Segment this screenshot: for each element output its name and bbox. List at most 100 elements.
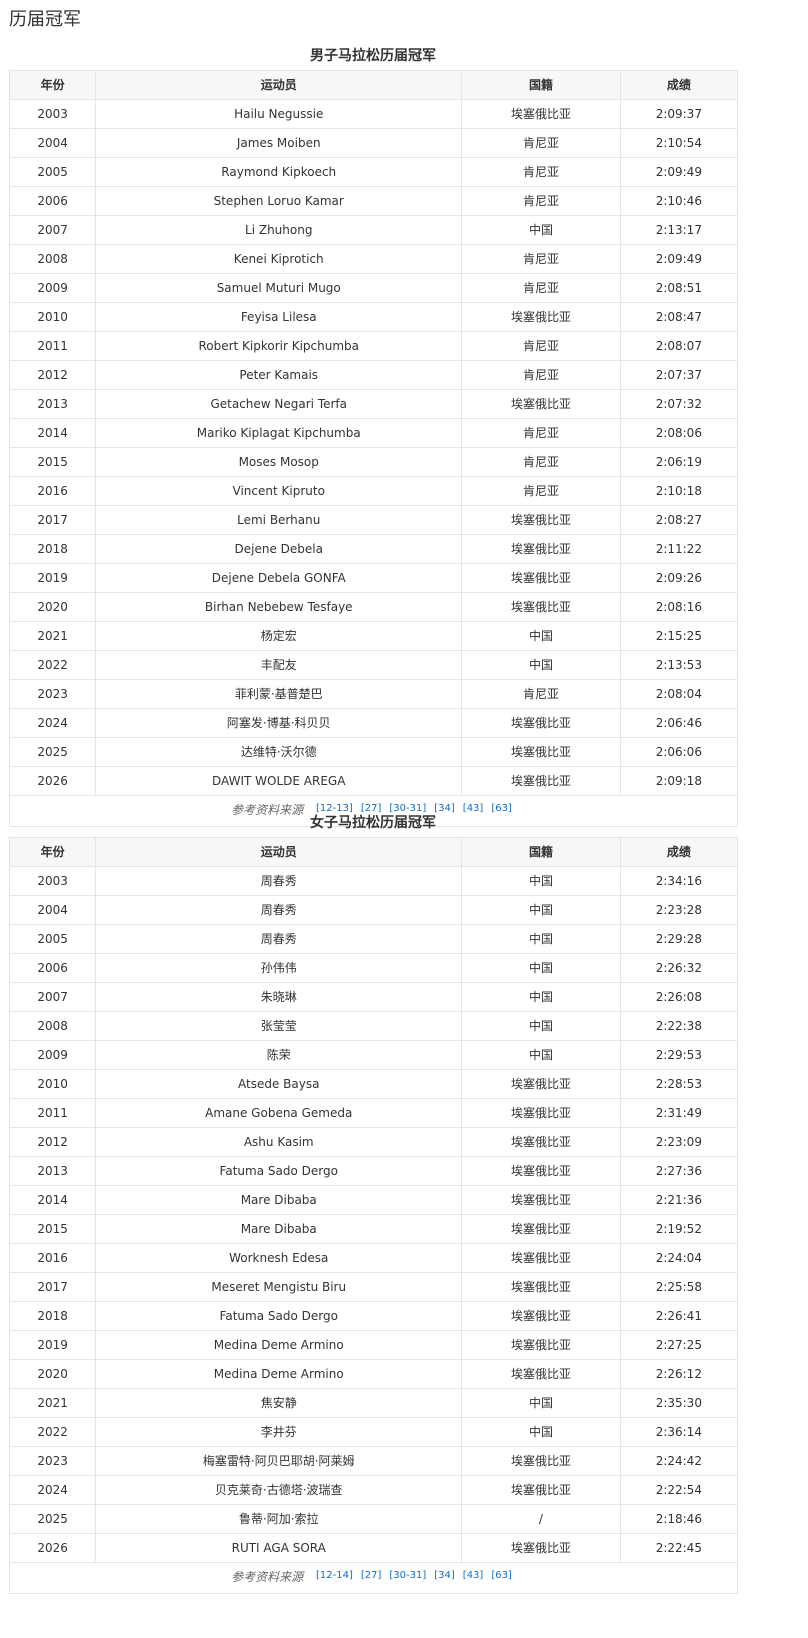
reference-link[interactable]: [27] (361, 1570, 382, 1581)
cell-athlete: Medina Deme Armino (95, 1359, 463, 1389)
cell-athlete: Lemi Berhanu (95, 505, 463, 535)
cell-athlete: Dejene Debela GONFA (95, 563, 463, 593)
cell-athlete: Worknesh Edesa (95, 1243, 463, 1273)
cell-year: 2016 (8, 1243, 97, 1273)
cell-nation: 埃塞俄比亚 (461, 389, 621, 419)
cell-athlete: 陈荣 (95, 1040, 463, 1070)
cell-nation: 埃塞俄比亚 (461, 766, 621, 796)
cell-nation: 埃塞俄比亚 (461, 592, 621, 622)
table-row: 2026 DAWIT WOLDE AREGA 埃塞俄比亚 2:09:18 (8, 766, 739, 796)
cell-nation: 埃塞俄比亚 (461, 1330, 621, 1360)
cell-time: 2:26:08 (619, 982, 739, 1012)
cell-year: 2007 (8, 982, 97, 1012)
table-header-row: 年份 运动员 国籍 成绩 (8, 70, 739, 100)
cell-nation: 肯尼亚 (461, 447, 621, 477)
womens-table-caption: 女子马拉松历届冠军 (310, 815, 436, 831)
reference-link[interactable]: [43] (463, 1570, 484, 1581)
cell-year: 2003 (8, 99, 97, 129)
cell-nation: 埃塞俄比亚 (461, 1301, 621, 1331)
cell-year: 2018 (8, 534, 97, 564)
cell-year: 2013 (8, 1156, 97, 1186)
table-row: 2019 Medina Deme Armino 埃塞俄比亚 2:27:25 (8, 1330, 739, 1360)
cell-year: 2023 (8, 679, 97, 709)
table-row: 2009 Samuel Muturi Mugo 肯尼亚 2:08:51 (8, 273, 739, 303)
cell-year: 2017 (8, 505, 97, 535)
table-row: 2004 周春秀 中国 2:23:28 (8, 895, 739, 925)
cell-time: 2:13:17 (619, 215, 739, 245)
table-row: 2010 Atsede Baysa 埃塞俄比亚 2:28:53 (8, 1069, 739, 1099)
reference-link[interactable]: [12-14] (316, 1570, 353, 1581)
cell-nation: 肯尼亚 (461, 273, 621, 303)
cell-nation: 埃塞俄比亚 (461, 1533, 621, 1563)
cell-year: 2015 (8, 1214, 97, 1244)
cell-year: 2023 (8, 1446, 97, 1476)
cell-time: 2:26:41 (619, 1301, 739, 1331)
cell-athlete: Samuel Muturi Mugo (95, 273, 463, 303)
reference-link[interactable]: [34] (434, 1570, 455, 1581)
table-row: 2018 Dejene Debela 埃塞俄比亚 2:11:22 (8, 534, 739, 564)
cell-athlete: Atsede Baysa (95, 1069, 463, 1099)
cell-nation: 肯尼亚 (461, 331, 621, 361)
cell-nation: 肯尼亚 (461, 360, 621, 390)
cell-time: 2:10:18 (619, 476, 739, 506)
cell-year: 2005 (8, 924, 97, 954)
cell-nation: 中国 (461, 650, 621, 680)
cell-athlete: Peter Kamais (95, 360, 463, 390)
cell-athlete: 周春秀 (95, 866, 463, 896)
cell-time: 2:26:32 (619, 953, 739, 983)
womens-marathon-table-block: 女子马拉松历届冠军 年份 运动员 国籍 成绩 2003 周春秀 中国 2:34:16 2… (8, 809, 739, 1594)
cell-year: 2006 (8, 186, 97, 216)
cell-time: 2:07:37 (619, 360, 739, 390)
cell-nation: 肯尼亚 (461, 186, 621, 216)
cell-nation: 埃塞俄比亚 (461, 505, 621, 535)
womens-marathon-table: 年份 运动员 国籍 成绩 2003 周春秀 中国 2:34:16 2004 周春秀 中国 2:… (8, 837, 739, 1594)
cell-time: 2:35:30 (619, 1388, 739, 1418)
cell-time: 2:09:18 (619, 766, 739, 796)
cell-time: 2:09:49 (619, 244, 739, 274)
table-row: 2021 杨定宏 中国 2:15:25 (8, 621, 739, 651)
cell-time: 2:23:28 (619, 895, 739, 925)
cell-nation: / (461, 1504, 621, 1534)
cell-athlete: Birhan Nebebew Tesfaye (95, 592, 463, 622)
cell-nation: 埃塞俄比亚 (461, 1098, 621, 1128)
header-nation: 国籍 (461, 70, 621, 100)
cell-time: 2:09:37 (619, 99, 739, 129)
cell-time: 2:09:26 (619, 563, 739, 593)
cell-athlete: Meseret Mengistu Biru (95, 1272, 463, 1302)
table-row: 2025 达维特·沃尔德 埃塞俄比亚 2:06:06 (8, 737, 739, 767)
table-row: 2004 James Moiben 肯尼亚 2:10:54 (8, 128, 739, 158)
cell-athlete: 杨定宏 (95, 621, 463, 651)
table-row: 2008 张莹莹 中国 2:22:38 (8, 1011, 739, 1041)
cell-year: 2013 (8, 389, 97, 419)
cell-athlete: 孙伟伟 (95, 953, 463, 983)
cell-nation: 肯尼亚 (461, 157, 621, 187)
cell-athlete: 菲利蒙·基普楚巴 (95, 679, 463, 709)
cell-time: 2:08:51 (619, 273, 739, 303)
table-row: 2010 Feyisa Lilesa 埃塞俄比亚 2:08:47 (8, 302, 739, 332)
mens-table-caption: 男子马拉松历届冠军 (310, 48, 436, 64)
cell-year: 2019 (8, 1330, 97, 1360)
cell-year: 2009 (8, 1040, 97, 1070)
cell-athlete: Getachew Negari Terfa (95, 389, 463, 419)
cell-year: 2025 (8, 737, 97, 767)
table-row: 2012 Peter Kamais 肯尼亚 2:07:37 (8, 360, 739, 390)
reference-link[interactable]: [30-31] (389, 1570, 426, 1581)
table-row: 2007 Li Zhuhong 中国 2:13:17 (8, 215, 739, 245)
cell-athlete: 鲁蒂·阿加·索拉 (95, 1504, 463, 1534)
cell-nation: 埃塞俄比亚 (461, 1127, 621, 1157)
cell-athlete: RUTI AGA SORA (95, 1533, 463, 1563)
cell-athlete: Raymond Kipkoech (95, 157, 463, 187)
cell-athlete: Medina Deme Armino (95, 1330, 463, 1360)
cell-time: 2:27:25 (619, 1330, 739, 1360)
table-row: 2006 Stephen Loruo Kamar 肯尼亚 2:10:46 (8, 186, 739, 216)
mens-marathon-table-block: 男子马拉松历届冠军 年份 运动员 国籍 成绩 2003 Hailu Negussi… (8, 42, 739, 827)
womens-table-body: 2003 周春秀 中国 2:34:16 2004 周春秀 中国 2:23:28 2005 周春秀中… (8, 866, 739, 1563)
table-row: 2021 焦安静 中国 2:35:30 (8, 1388, 739, 1418)
cell-time: 2:08:07 (619, 331, 739, 361)
table-row: 2024 阿塞发·博基·科贝贝 埃塞俄比亚 2:06:46 (8, 708, 739, 738)
cell-nation: 埃塞俄比亚 (461, 1446, 621, 1476)
cell-year: 2014 (8, 1185, 97, 1215)
cell-nation: 中国 (461, 924, 621, 954)
reference-link[interactable]: [63] (491, 1570, 512, 1581)
table-row: 2024 贝克莱奇·古德塔·波瑞查 埃塞俄比亚 2:22:54 (8, 1475, 739, 1505)
